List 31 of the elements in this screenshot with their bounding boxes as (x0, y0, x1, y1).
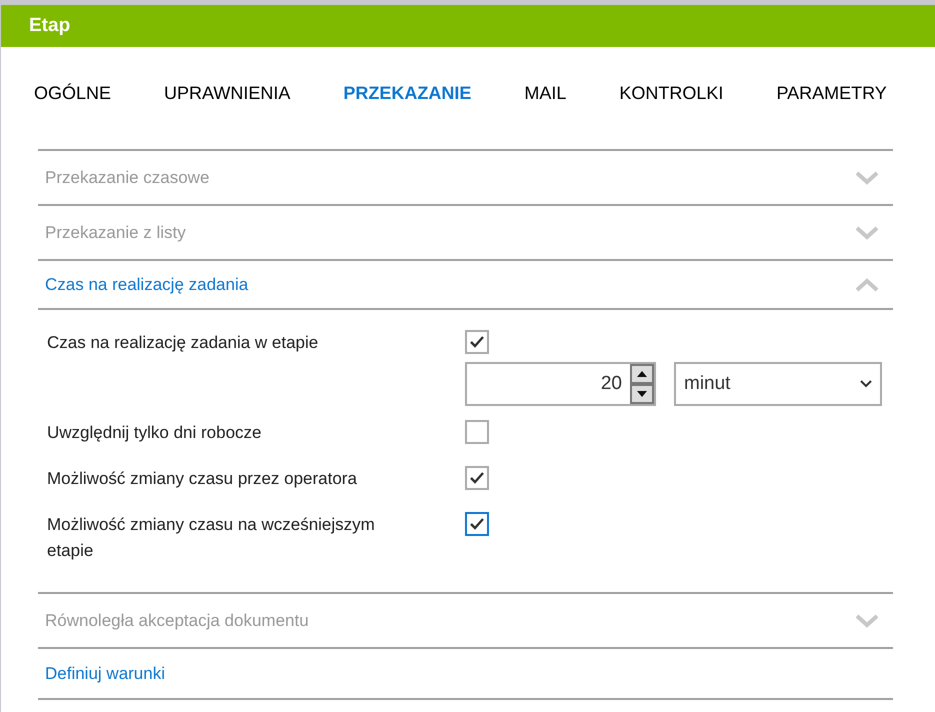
tab[interactable]: KONTROLKI (619, 80, 724, 106)
spin-down-button[interactable] (630, 384, 654, 404)
caret-icon (860, 380, 872, 388)
conditions-link[interactable]: Definiuj warunki (45, 660, 165, 686)
chevron-down-icon (855, 226, 879, 240)
section-header[interactable]: Czas na realizację zadania (45, 272, 248, 298)
field-label: Możliwość zmiany czasu na wcześniejszym etapie (47, 514, 376, 562)
checkbox[interactable] (465, 512, 489, 536)
chevron-down-icon (855, 614, 879, 628)
tab[interactable]: UPRAWNIENIA (164, 80, 290, 106)
field-label: Możliwość zmiany czasu przez operatora (47, 468, 358, 490)
check-icon (470, 472, 484, 484)
number-field[interactable]: 20 (465, 362, 656, 406)
chevron-up-icon (855, 278, 879, 292)
tab[interactable]: PRZEKAZANIE (343, 80, 472, 106)
checkbox[interactable] (465, 420, 489, 444)
triangle-up-icon (637, 371, 647, 377)
chevron-down-icon (855, 170, 879, 184)
field-label: Uwzględnij tylko dni robocze (47, 422, 262, 444)
spin-up-button[interactable] (630, 364, 654, 384)
tab[interactable]: PARAMETRY (776, 80, 887, 106)
check-icon (470, 336, 484, 348)
tab[interactable]: OGÓLNE (34, 80, 112, 106)
triangle-down-icon (637, 391, 647, 397)
tab[interactable]: MAIL (524, 80, 566, 106)
unit-dropdown[interactable]: minut (674, 362, 882, 406)
checkbox[interactable] (465, 330, 489, 354)
check-icon (470, 518, 484, 530)
title-bar: Etap (1, 5, 935, 47)
field-label: Czas na realizację zadania w etapie (47, 332, 320, 354)
checkbox[interactable] (465, 466, 489, 490)
